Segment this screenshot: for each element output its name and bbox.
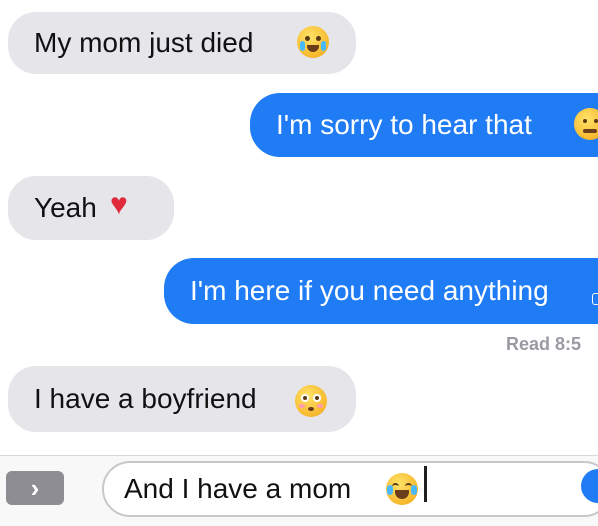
read-receipt: Read 8:5 <box>506 334 582 354</box>
message-sent-1[interactable]: I'm sorry to hear that <box>250 93 598 157</box>
message-text: I have a boyfriend <box>34 383 257 414</box>
expand-apps-button[interactable]: › <box>6 471 64 505</box>
message-text: I'm here if you need anything <box>190 275 549 306</box>
clipped-emoji <box>592 293 598 305</box>
crying-face-emoji <box>297 26 329 58</box>
message-text: Yeah <box>34 192 97 223</box>
message-composer: › And I have a mom <box>0 455 598 526</box>
laughing-tears-emoji <box>386 473 418 505</box>
flushed-face-emoji <box>295 385 327 417</box>
sad-face-emoji <box>574 108 598 140</box>
messages-screen: My mom just died I'm sorry to hear that … <box>0 0 598 526</box>
message-text: I'm sorry to hear that <box>276 109 532 140</box>
chevron-right-icon: › <box>30 472 40 503</box>
message-text: My mom just died <box>34 27 254 58</box>
broken-heart-emoji: ♥ <box>110 188 128 221</box>
message-received-2[interactable]: Yeah <box>8 176 174 240</box>
message-sent-2[interactable]: I'm here if you need anything <box>164 258 598 324</box>
message-input[interactable]: And I have a mom <box>102 461 598 517</box>
text-cursor <box>424 466 427 502</box>
message-input-value: And I have a mom <box>124 473 352 504</box>
